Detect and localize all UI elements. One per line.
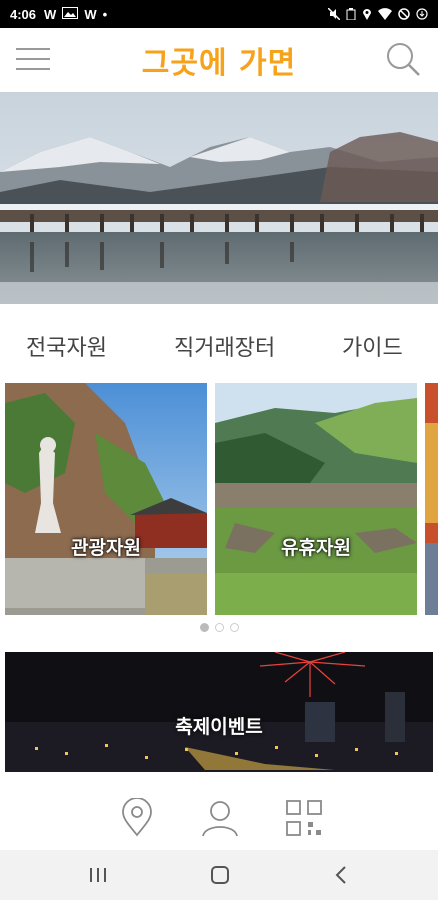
festival-label: 축제이벤트 xyxy=(175,716,263,738)
category-tabs: 전국자원 직거래장터 가이드 xyxy=(0,320,438,370)
pager-dot[interactable] xyxy=(214,623,224,632)
hero-banner-image[interactable] xyxy=(0,92,438,304)
tab-national-resources[interactable]: 전국자원 xyxy=(26,330,107,362)
pager-dot[interactable] xyxy=(229,623,239,632)
location-pin-icon[interactable] xyxy=(117,797,157,838)
battery-icon xyxy=(416,8,428,20)
card-idle-resources[interactable]: 유휴자원 xyxy=(215,383,417,615)
pager-dot[interactable] xyxy=(199,623,209,632)
notification-w-icon: W xyxy=(84,6,97,22)
user-icon[interactable] xyxy=(200,798,240,838)
battery-saver-icon xyxy=(346,8,356,20)
notification-icons: W W • xyxy=(44,6,108,22)
tab-direct-market[interactable]: 직거래장터 xyxy=(174,330,275,362)
home-icon[interactable] xyxy=(205,862,235,888)
system-navigation-bar xyxy=(0,850,438,900)
dnd-icon xyxy=(398,8,410,20)
status-bar: 4:06 W W • xyxy=(0,0,438,28)
status-time: 4:06 xyxy=(10,6,37,22)
hamburger-menu-icon[interactable] xyxy=(16,44,50,74)
tab-guide[interactable]: 가이드 xyxy=(342,330,403,362)
card-label: 관광자원 xyxy=(71,537,141,559)
image-icon xyxy=(62,6,79,22)
card-label: 유휴자원 xyxy=(281,537,351,559)
notification-w-icon: W xyxy=(44,6,57,22)
qr-code-icon[interactable] xyxy=(284,798,324,838)
wifi-icon xyxy=(378,8,392,20)
recent-apps-icon[interactable] xyxy=(83,862,113,888)
festival-event-banner[interactable]: 축제이벤트 xyxy=(5,652,433,772)
location-icon xyxy=(363,9,371,20)
system-icons xyxy=(328,8,428,20)
back-icon[interactable] xyxy=(327,862,357,888)
carousel-pager xyxy=(0,623,438,632)
dot-icon: • xyxy=(102,6,108,22)
app-header: 그곳에 가면 xyxy=(0,28,438,92)
app-title: 그곳에 가면 xyxy=(141,46,297,81)
search-icon[interactable] xyxy=(384,40,422,78)
bottom-tab-bar xyxy=(0,780,438,850)
card-tourism-resources[interactable]: 관광자원 xyxy=(5,383,207,615)
mute-icon xyxy=(328,8,340,20)
resource-carousel[interactable]: 관광자원 유휴자원 xyxy=(0,383,438,615)
card-next-peek[interactable] xyxy=(425,383,438,615)
